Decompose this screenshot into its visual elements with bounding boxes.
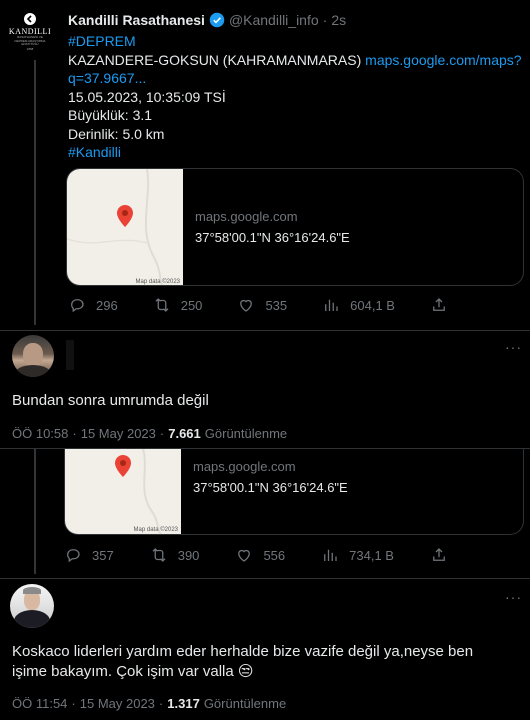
retweet-button[interactable]: 390 bbox=[150, 546, 200, 564]
retweet-icon bbox=[155, 298, 169, 312]
datetime-text: 15.05.2023, 10:35:09 TSİ bbox=[68, 88, 226, 105]
reply1-more-button[interactable]: ··· bbox=[505, 339, 522, 355]
action-bar: 357 390 556 734,1 B bbox=[64, 546, 518, 564]
reply1-text: Bundan sonra umrumda değil bbox=[12, 392, 209, 409]
reply-count: 357 bbox=[92, 547, 114, 563]
map-thumbnail: Map data ©2023 bbox=[67, 169, 183, 285]
views-count: 604,1 B bbox=[350, 297, 395, 313]
card-info: maps.google.com 37°58'00.1"N 36°16'24.6"… bbox=[181, 449, 348, 534]
avatar-hair-icon bbox=[23, 587, 41, 594]
separator-dot: · bbox=[322, 12, 328, 28]
like-button[interactable]: 556 bbox=[235, 546, 285, 564]
thread-line bbox=[34, 60, 36, 325]
reply2-views: 1.317 bbox=[167, 696, 200, 711]
views-chart-icon bbox=[325, 299, 338, 311]
reply2-date[interactable]: 15 May 2023 bbox=[80, 696, 155, 711]
avatar-face-icon bbox=[23, 343, 43, 367]
reply-count: 296 bbox=[96, 297, 118, 313]
card-info: maps.google.com 37°58'00.1"N 36°16'24.6"… bbox=[183, 169, 350, 285]
magnitude-text: Büyüklük: 3.1 bbox=[68, 107, 153, 123]
reply1-avatar[interactable] bbox=[12, 335, 54, 377]
verified-badge-icon bbox=[209, 12, 225, 28]
retweet-icon bbox=[152, 548, 166, 562]
reply1-user-placeholder bbox=[66, 340, 74, 370]
kandilli-logo-icon bbox=[24, 13, 36, 25]
map-pin-icon bbox=[115, 455, 131, 477]
hashtag-deprem[interactable]: #DEPREM bbox=[68, 33, 136, 49]
tweet-body: #DEPREM KAZANDERE-GOKSUN (KAHRAMANMARAS)… bbox=[68, 32, 522, 162]
map-credit: Map data ©2023 bbox=[135, 279, 180, 285]
map-pin-icon bbox=[117, 205, 133, 227]
action-bar: 296 250 535 604,1 B bbox=[68, 296, 518, 314]
card-domain: maps.google.com bbox=[193, 459, 296, 474]
location-text: KAZANDERE-GOKSUN (KAHRAMANMARAS) bbox=[68, 51, 362, 68]
reply2-more-button[interactable]: ··· bbox=[505, 589, 522, 605]
thread-line bbox=[34, 449, 36, 574]
reply-icon bbox=[67, 549, 80, 563]
views-count: 734,1 B bbox=[349, 547, 394, 563]
map-credit: Map data ©2023 bbox=[133, 527, 178, 533]
views-chart-icon bbox=[324, 549, 337, 561]
reply1-dot: · bbox=[72, 426, 77, 441]
like-count: 556 bbox=[263, 547, 286, 563]
maps-link-continued[interactable]: q=37.9667... bbox=[68, 70, 146, 86]
share-button[interactable] bbox=[430, 296, 448, 314]
avatar-suit-icon bbox=[14, 610, 50, 628]
reply1-views-label: Görüntülenme bbox=[204, 426, 288, 441]
kandilli-avatar[interactable]: KANDILLI RASATHANESİ VE DEPREM ARAŞTIRMA… bbox=[8, 10, 52, 54]
timestamp[interactable]: 2s bbox=[331, 12, 346, 28]
heart-icon bbox=[238, 549, 251, 562]
section-divider bbox=[0, 578, 530, 579]
reply2-text-line2: işime bakayım. Çok işim var valla 😒 bbox=[12, 663, 254, 680]
retweet-count: 390 bbox=[177, 547, 200, 563]
display-name[interactable]: Kandilli Rasathanesi bbox=[68, 12, 205, 28]
heart-icon bbox=[240, 299, 253, 312]
reply-icon bbox=[71, 299, 84, 313]
reply2-dot: · bbox=[71, 696, 76, 711]
reply2-time[interactable]: ÖÖ 11:54 bbox=[12, 696, 67, 711]
reply-button[interactable]: 296 bbox=[68, 296, 118, 314]
reply2-text-line1: Koskaco liderleri yardım eder herhalde b… bbox=[12, 643, 474, 660]
reply1-dot2: · bbox=[159, 426, 165, 441]
hashtag-kandilli[interactable]: #Kandilli bbox=[68, 144, 121, 160]
avatar-shoulders-icon bbox=[14, 365, 52, 377]
like-button[interactable]: 535 bbox=[237, 296, 287, 314]
card-domain: maps.google.com bbox=[195, 209, 298, 224]
reply2-meta: ÖÖ 11:54 · 15 May 2023 · 1.317 Görüntüle… bbox=[12, 696, 286, 711]
card-coordinates: 37°58'00.1"N 36°16'24.6"E bbox=[195, 230, 350, 245]
section-divider bbox=[0, 330, 530, 331]
reply2-dot2: · bbox=[158, 696, 164, 711]
logo-subtitle: RASATHANESİ VE DEPREM ARAŞTIRMA ENSTİTÜS… bbox=[14, 35, 46, 46]
share-icon bbox=[433, 298, 445, 311]
reply1-views: 7.661 bbox=[168, 426, 201, 441]
map-link-card[interactable]: Map data ©2023 maps.google.com 37°58'00.… bbox=[64, 449, 524, 535]
map-roads-icon bbox=[67, 169, 164, 285]
share-icon bbox=[433, 548, 445, 561]
reply-button[interactable]: 357 bbox=[64, 546, 114, 564]
depth-text: Derinlik: 5.0 km bbox=[68, 125, 165, 142]
map-link-card[interactable]: Map data ©2023 maps.google.com 37°58'00.… bbox=[66, 168, 524, 286]
views-button[interactable]: 734,1 B bbox=[321, 546, 394, 564]
like-count: 535 bbox=[265, 297, 288, 313]
views-button[interactable]: 604,1 B bbox=[322, 296, 395, 314]
reply1-time[interactable]: ÖÖ 10:58 bbox=[12, 426, 68, 441]
share-button[interactable] bbox=[430, 546, 448, 564]
retweet-count: 250 bbox=[180, 297, 203, 313]
reply2-text: Koskaco liderleri yardım eder herhalde b… bbox=[12, 642, 522, 682]
reply2-avatar[interactable] bbox=[10, 584, 54, 628]
reply1-date[interactable]: 15 May 2023 bbox=[81, 426, 156, 441]
reply2-views-label: Görüntülenme bbox=[203, 696, 287, 711]
maps-link[interactable]: maps.google.com/maps? bbox=[365, 52, 521, 68]
tweet-header: Kandilli Rasathanesi @Kandilli_info · 2s bbox=[68, 12, 346, 28]
card-coordinates: 37°58'00.1"N 36°16'24.6"E bbox=[193, 480, 348, 495]
map-thumbnail: Map data ©2023 bbox=[65, 449, 181, 534]
retweet-button[interactable]: 250 bbox=[153, 296, 203, 314]
logo-year: 1868 bbox=[26, 46, 34, 51]
reply1-meta: ÖÖ 10:58 · 15 May 2023 · 7.661 Görüntüle… bbox=[12, 426, 287, 441]
handle[interactable]: @Kandilli_info bbox=[229, 12, 319, 28]
